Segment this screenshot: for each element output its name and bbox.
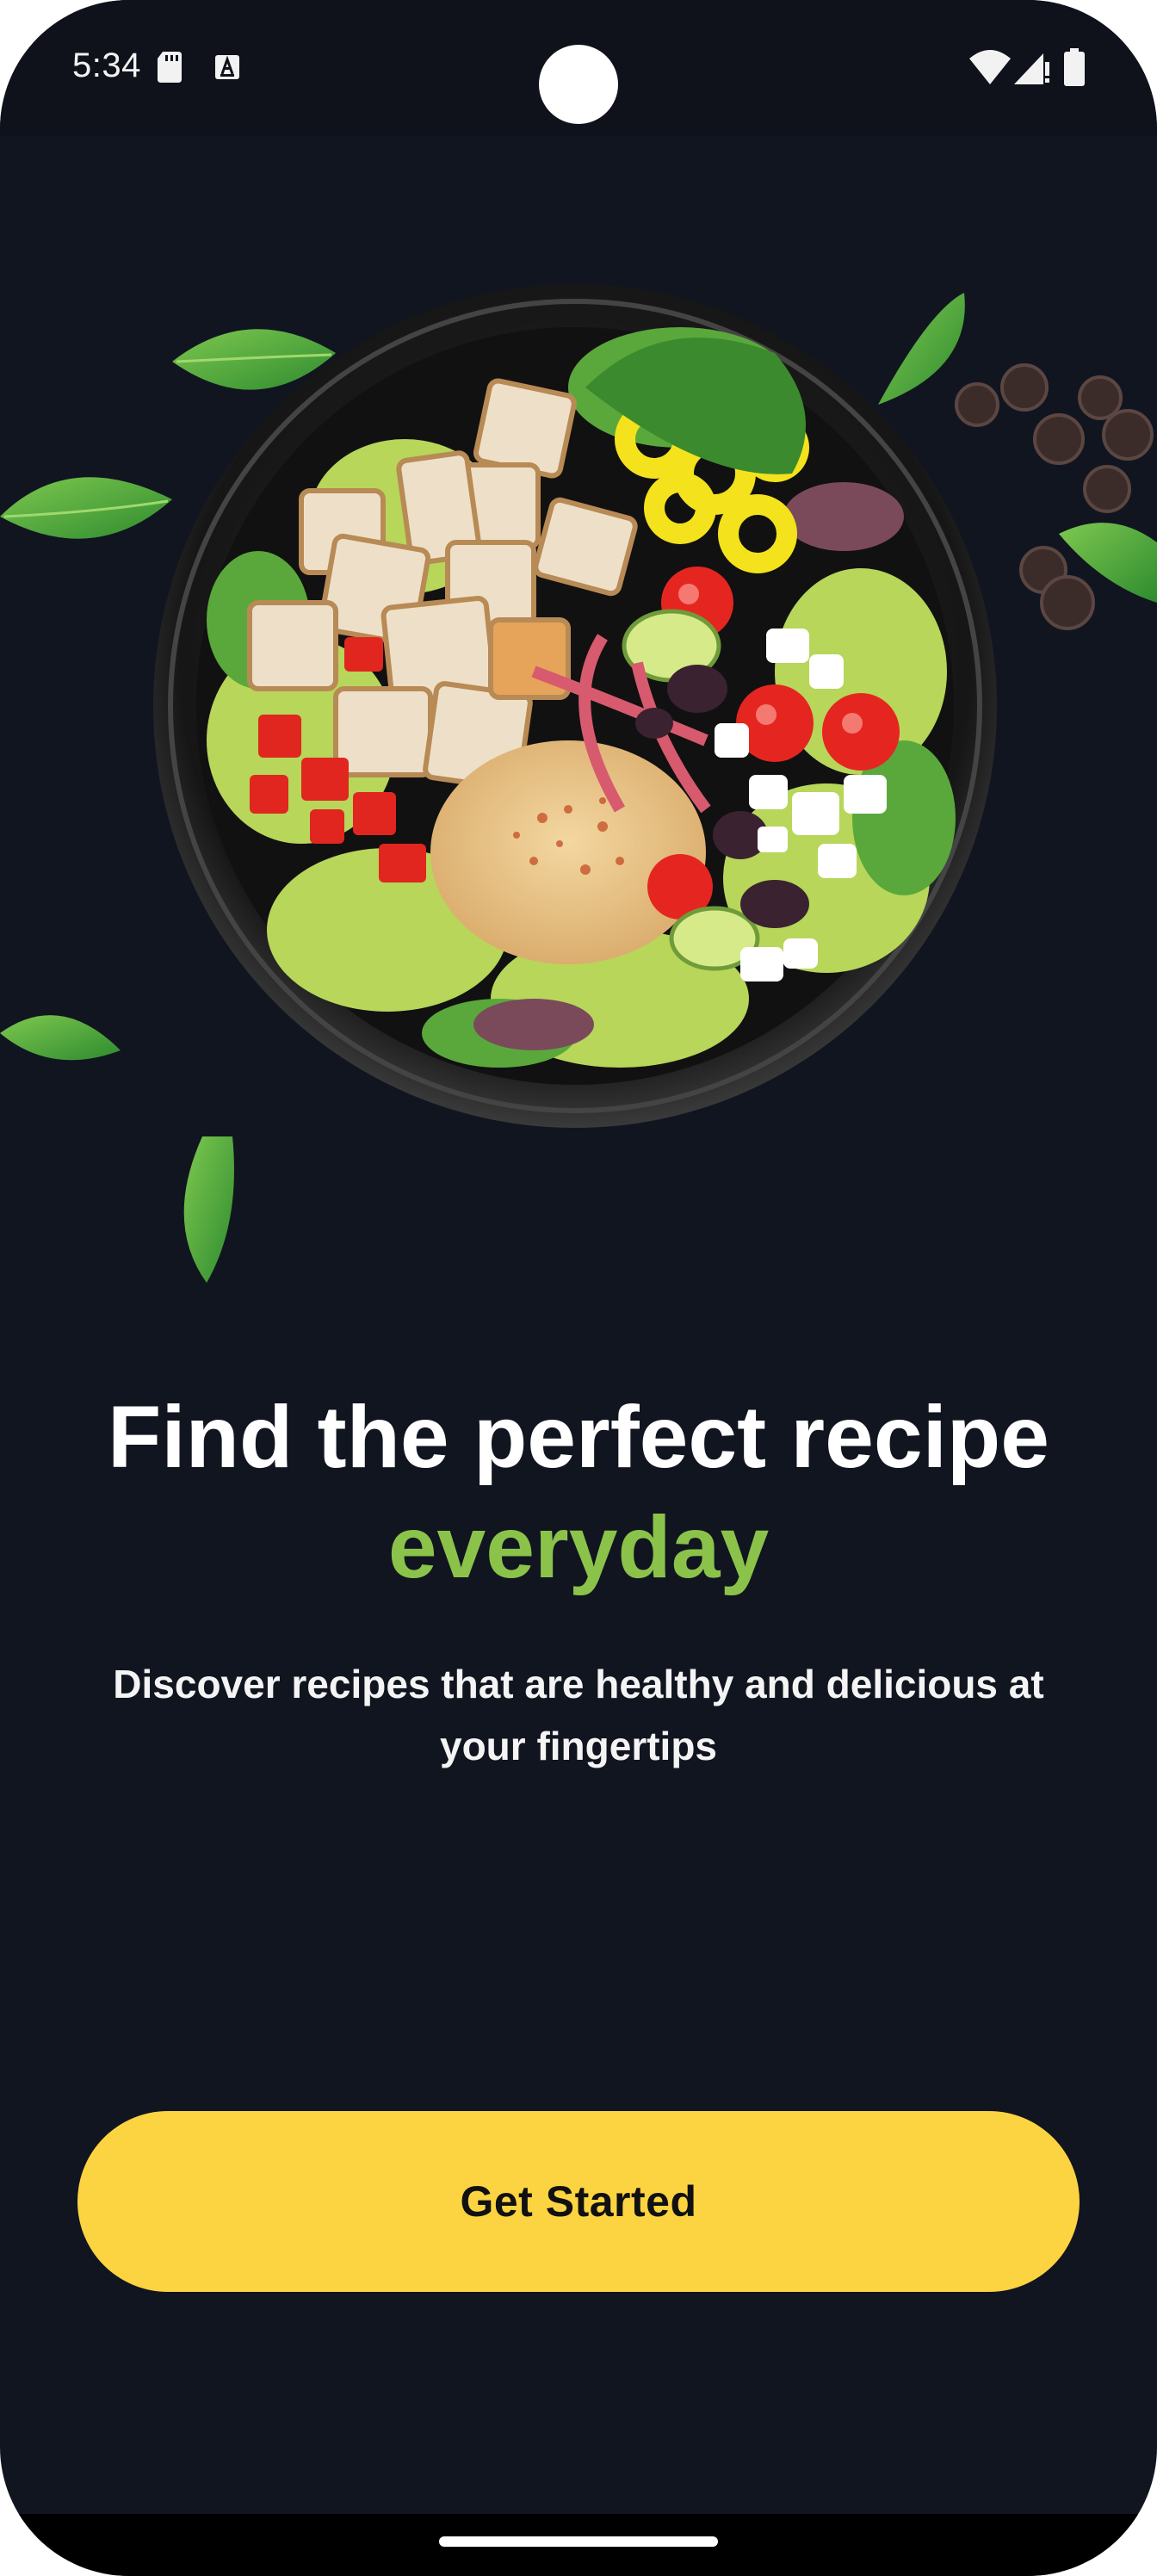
cell-signal-icon bbox=[1014, 53, 1049, 84]
salad-bowl-illustration bbox=[0, 284, 1157, 1283]
status-time: 5:34 bbox=[72, 46, 141, 84]
title-accent: everyday bbox=[387, 1498, 770, 1596]
text-a-icon bbox=[215, 55, 239, 79]
status-bar: 5:34 bbox=[0, 0, 1157, 136]
battery-icon bbox=[1064, 48, 1085, 86]
onboarding-title: Find the perfect recipe everyday bbox=[0, 1382, 1157, 1602]
camera-cutout bbox=[539, 45, 618, 124]
home-indicator[interactable] bbox=[439, 2536, 718, 2547]
sd-card-icon bbox=[158, 52, 182, 83]
onboarding-subtitle: Discover recipes that are healthy and de… bbox=[113, 1662, 1044, 1768]
get-started-button[interactable]: Get Started bbox=[77, 2111, 1080, 2292]
peppercorns-icon bbox=[955, 363, 1154, 630]
title-line: Find the perfect recipe bbox=[108, 1388, 1049, 1486]
app-screen: 5:34 Find the perfect recipe everyday Di… bbox=[0, 0, 1157, 2576]
wifi-icon bbox=[969, 50, 1011, 84]
